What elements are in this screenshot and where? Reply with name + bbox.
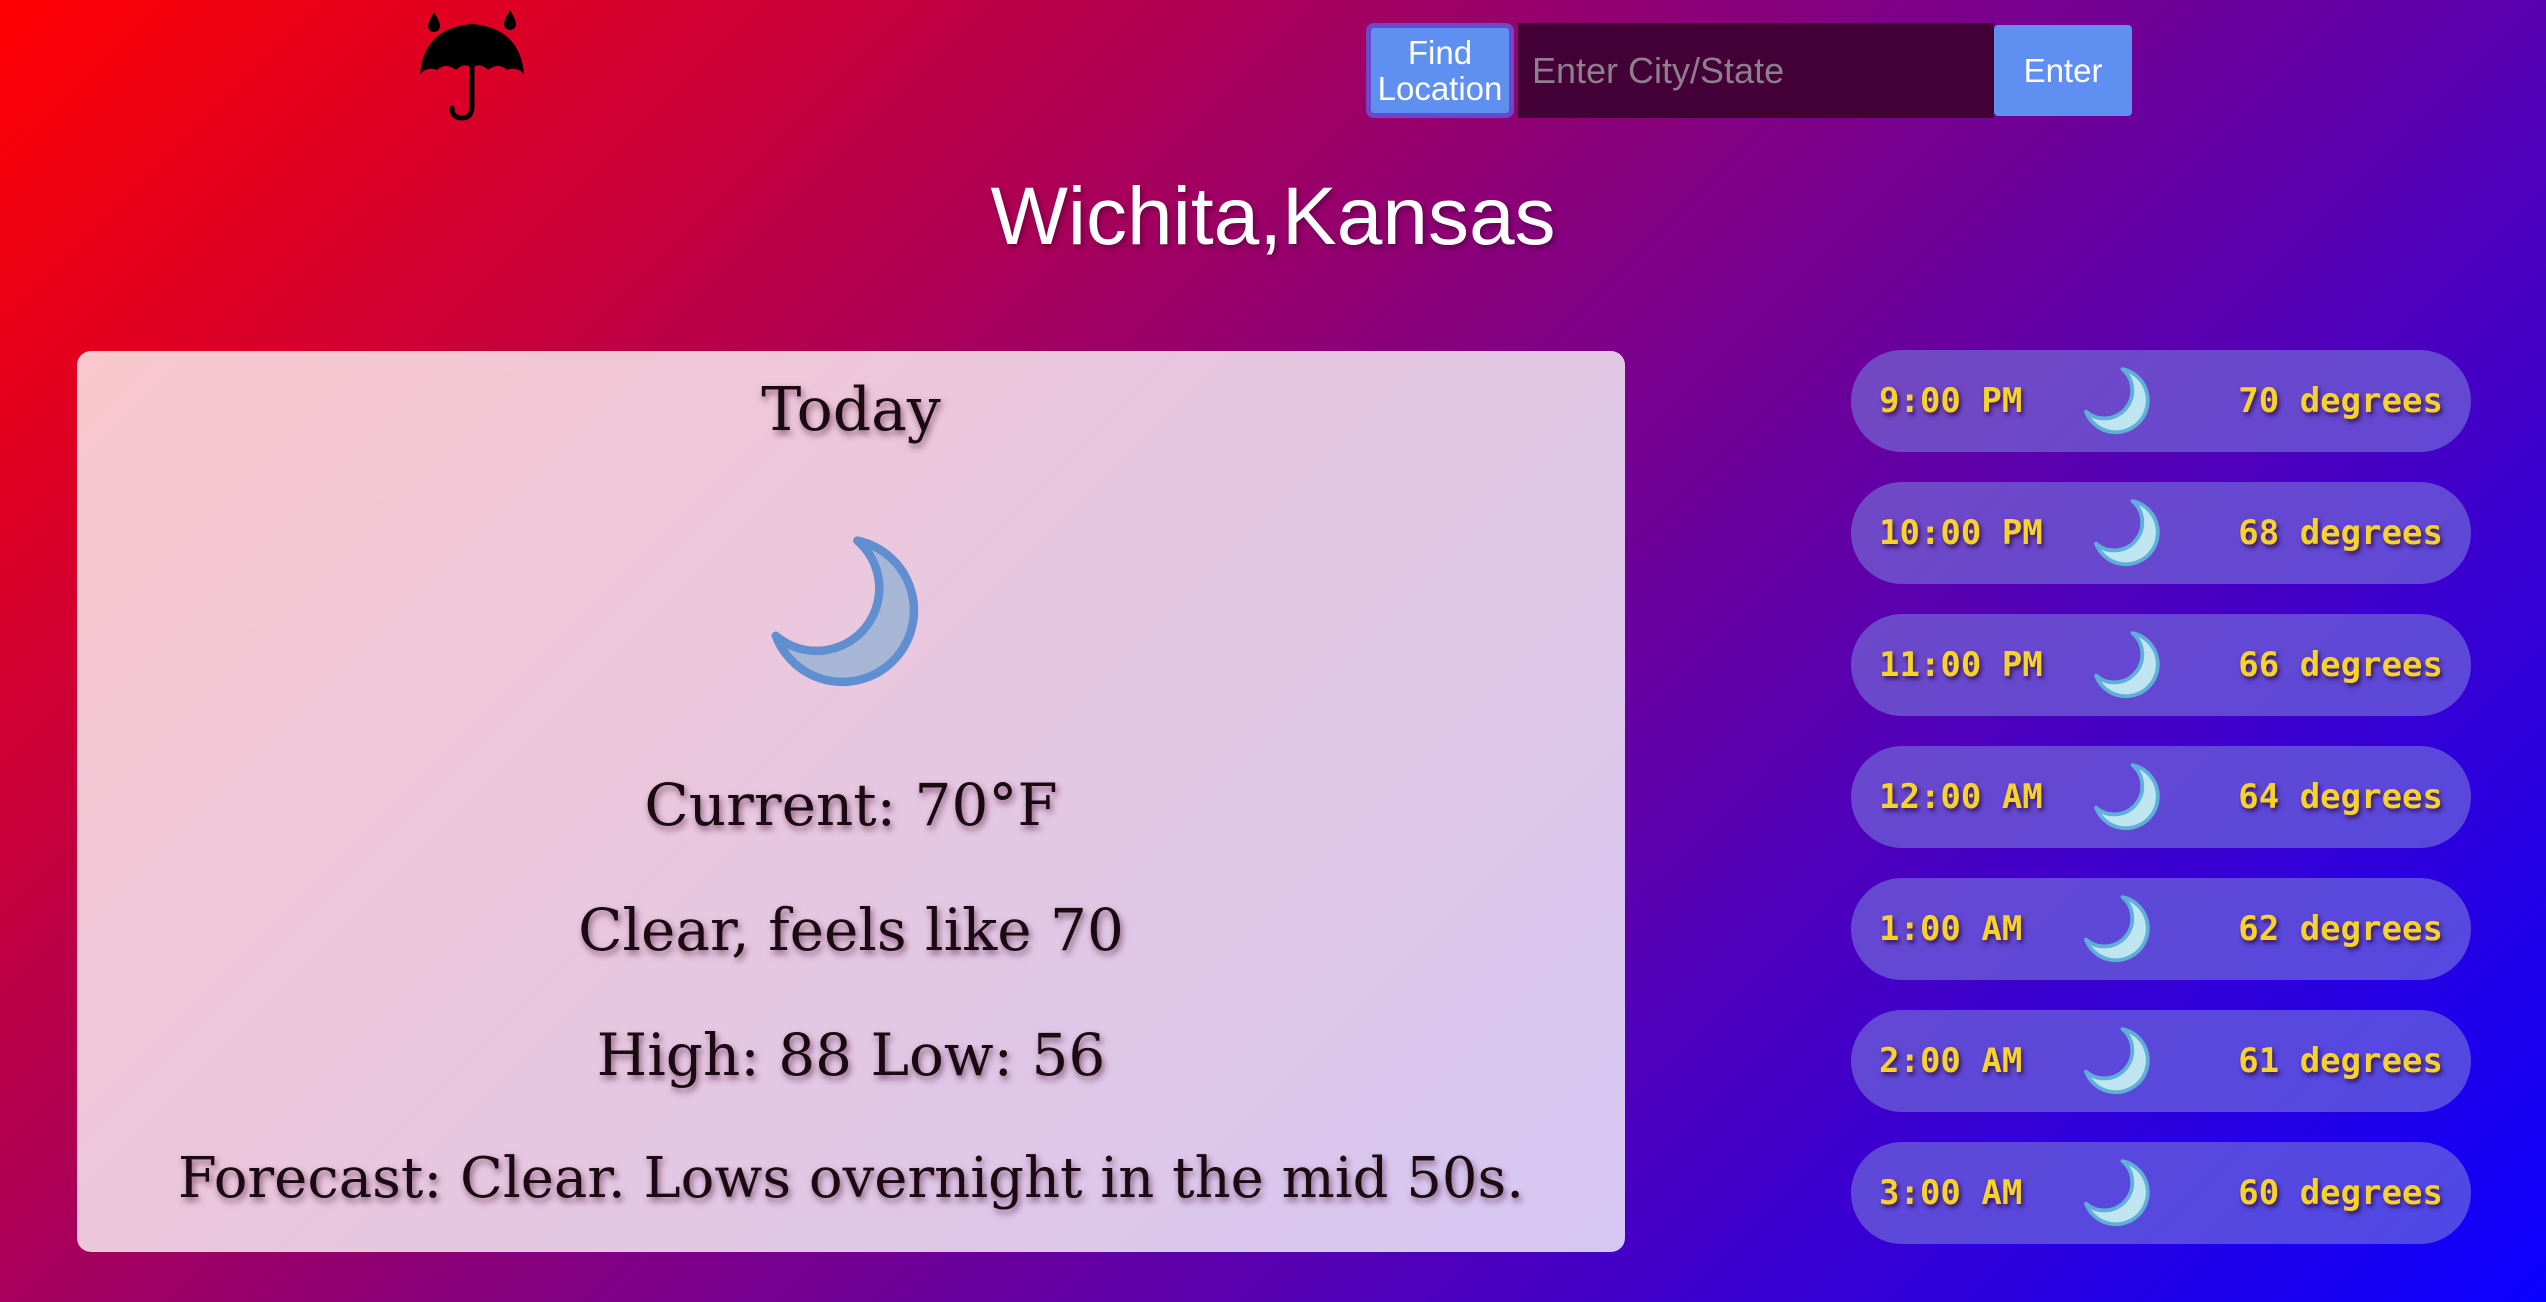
moon-icon: [2084, 1159, 2150, 1227]
current-temperature: Current: 70°F: [644, 771, 1058, 839]
today-card: Today Current: 70°F Clear, feels like 70…: [77, 351, 1625, 1252]
city-state-input[interactable]: [1518, 23, 1994, 118]
today-heading: Today: [761, 375, 941, 445]
moon-icon: [2094, 763, 2160, 831]
forecast-text: Forecast: Clear. Lows overnight in the m…: [177, 1146, 1525, 1211]
hourly-item: 10:00 PM 68 degrees: [1851, 482, 2471, 584]
hourly-item: 1:00 AM 62 degrees: [1851, 878, 2471, 980]
moon-icon: [2094, 499, 2160, 567]
enter-button[interactable]: Enter: [1994, 25, 2132, 116]
umbrella-rain-icon: [420, 10, 524, 121]
hour-time: 3:00 AM: [1879, 1173, 2023, 1213]
hour-time: 11:00 PM: [1879, 645, 2043, 685]
high-low: High: 88 Low: 56: [596, 1021, 1106, 1089]
moon-icon: [2084, 367, 2150, 435]
find-location-button[interactable]: Find Location: [1366, 23, 1514, 118]
city-title: Wichita,Kansas: [990, 171, 1556, 262]
moon-icon: [2094, 631, 2160, 699]
hour-temperature: 64 degrees: [2238, 777, 2443, 817]
hourly-item: 3:00 AM 60 degrees: [1851, 1142, 2471, 1244]
hour-time: 2:00 AM: [1879, 1041, 2023, 1081]
hourly-item: 11:00 PM 66 degrees: [1851, 614, 2471, 716]
hour-time: 12:00 AM: [1879, 777, 2043, 817]
hourly-forecast-list: 9:00 PM 70 degrees 10:00 PM 68 degrees 1…: [1851, 350, 2471, 1274]
hour-temperature: 70 degrees: [2238, 381, 2443, 421]
moon-icon: [771, 536, 919, 687]
hourly-item: 12:00 AM 64 degrees: [1851, 746, 2471, 848]
conditions-feels-like: Clear, feels like 70: [578, 896, 1124, 964]
moon-icon: [2084, 1027, 2150, 1095]
hour-time: 10:00 PM: [1879, 513, 2043, 553]
hourly-item: 2:00 AM 61 degrees: [1851, 1010, 2471, 1112]
hour-temperature: 61 degrees: [2238, 1041, 2443, 1081]
hour-time: 1:00 AM: [1879, 909, 2023, 949]
hour-temperature: 62 degrees: [2238, 909, 2443, 949]
hourly-item: 9:00 PM 70 degrees: [1851, 350, 2471, 452]
moon-icon: [2084, 895, 2150, 963]
search-bar: Find Location Enter: [1366, 23, 2132, 118]
hour-time: 9:00 PM: [1879, 381, 2023, 421]
hour-temperature: 60 degrees: [2238, 1173, 2443, 1213]
hour-temperature: 68 degrees: [2238, 513, 2443, 553]
hour-temperature: 66 degrees: [2238, 645, 2443, 685]
